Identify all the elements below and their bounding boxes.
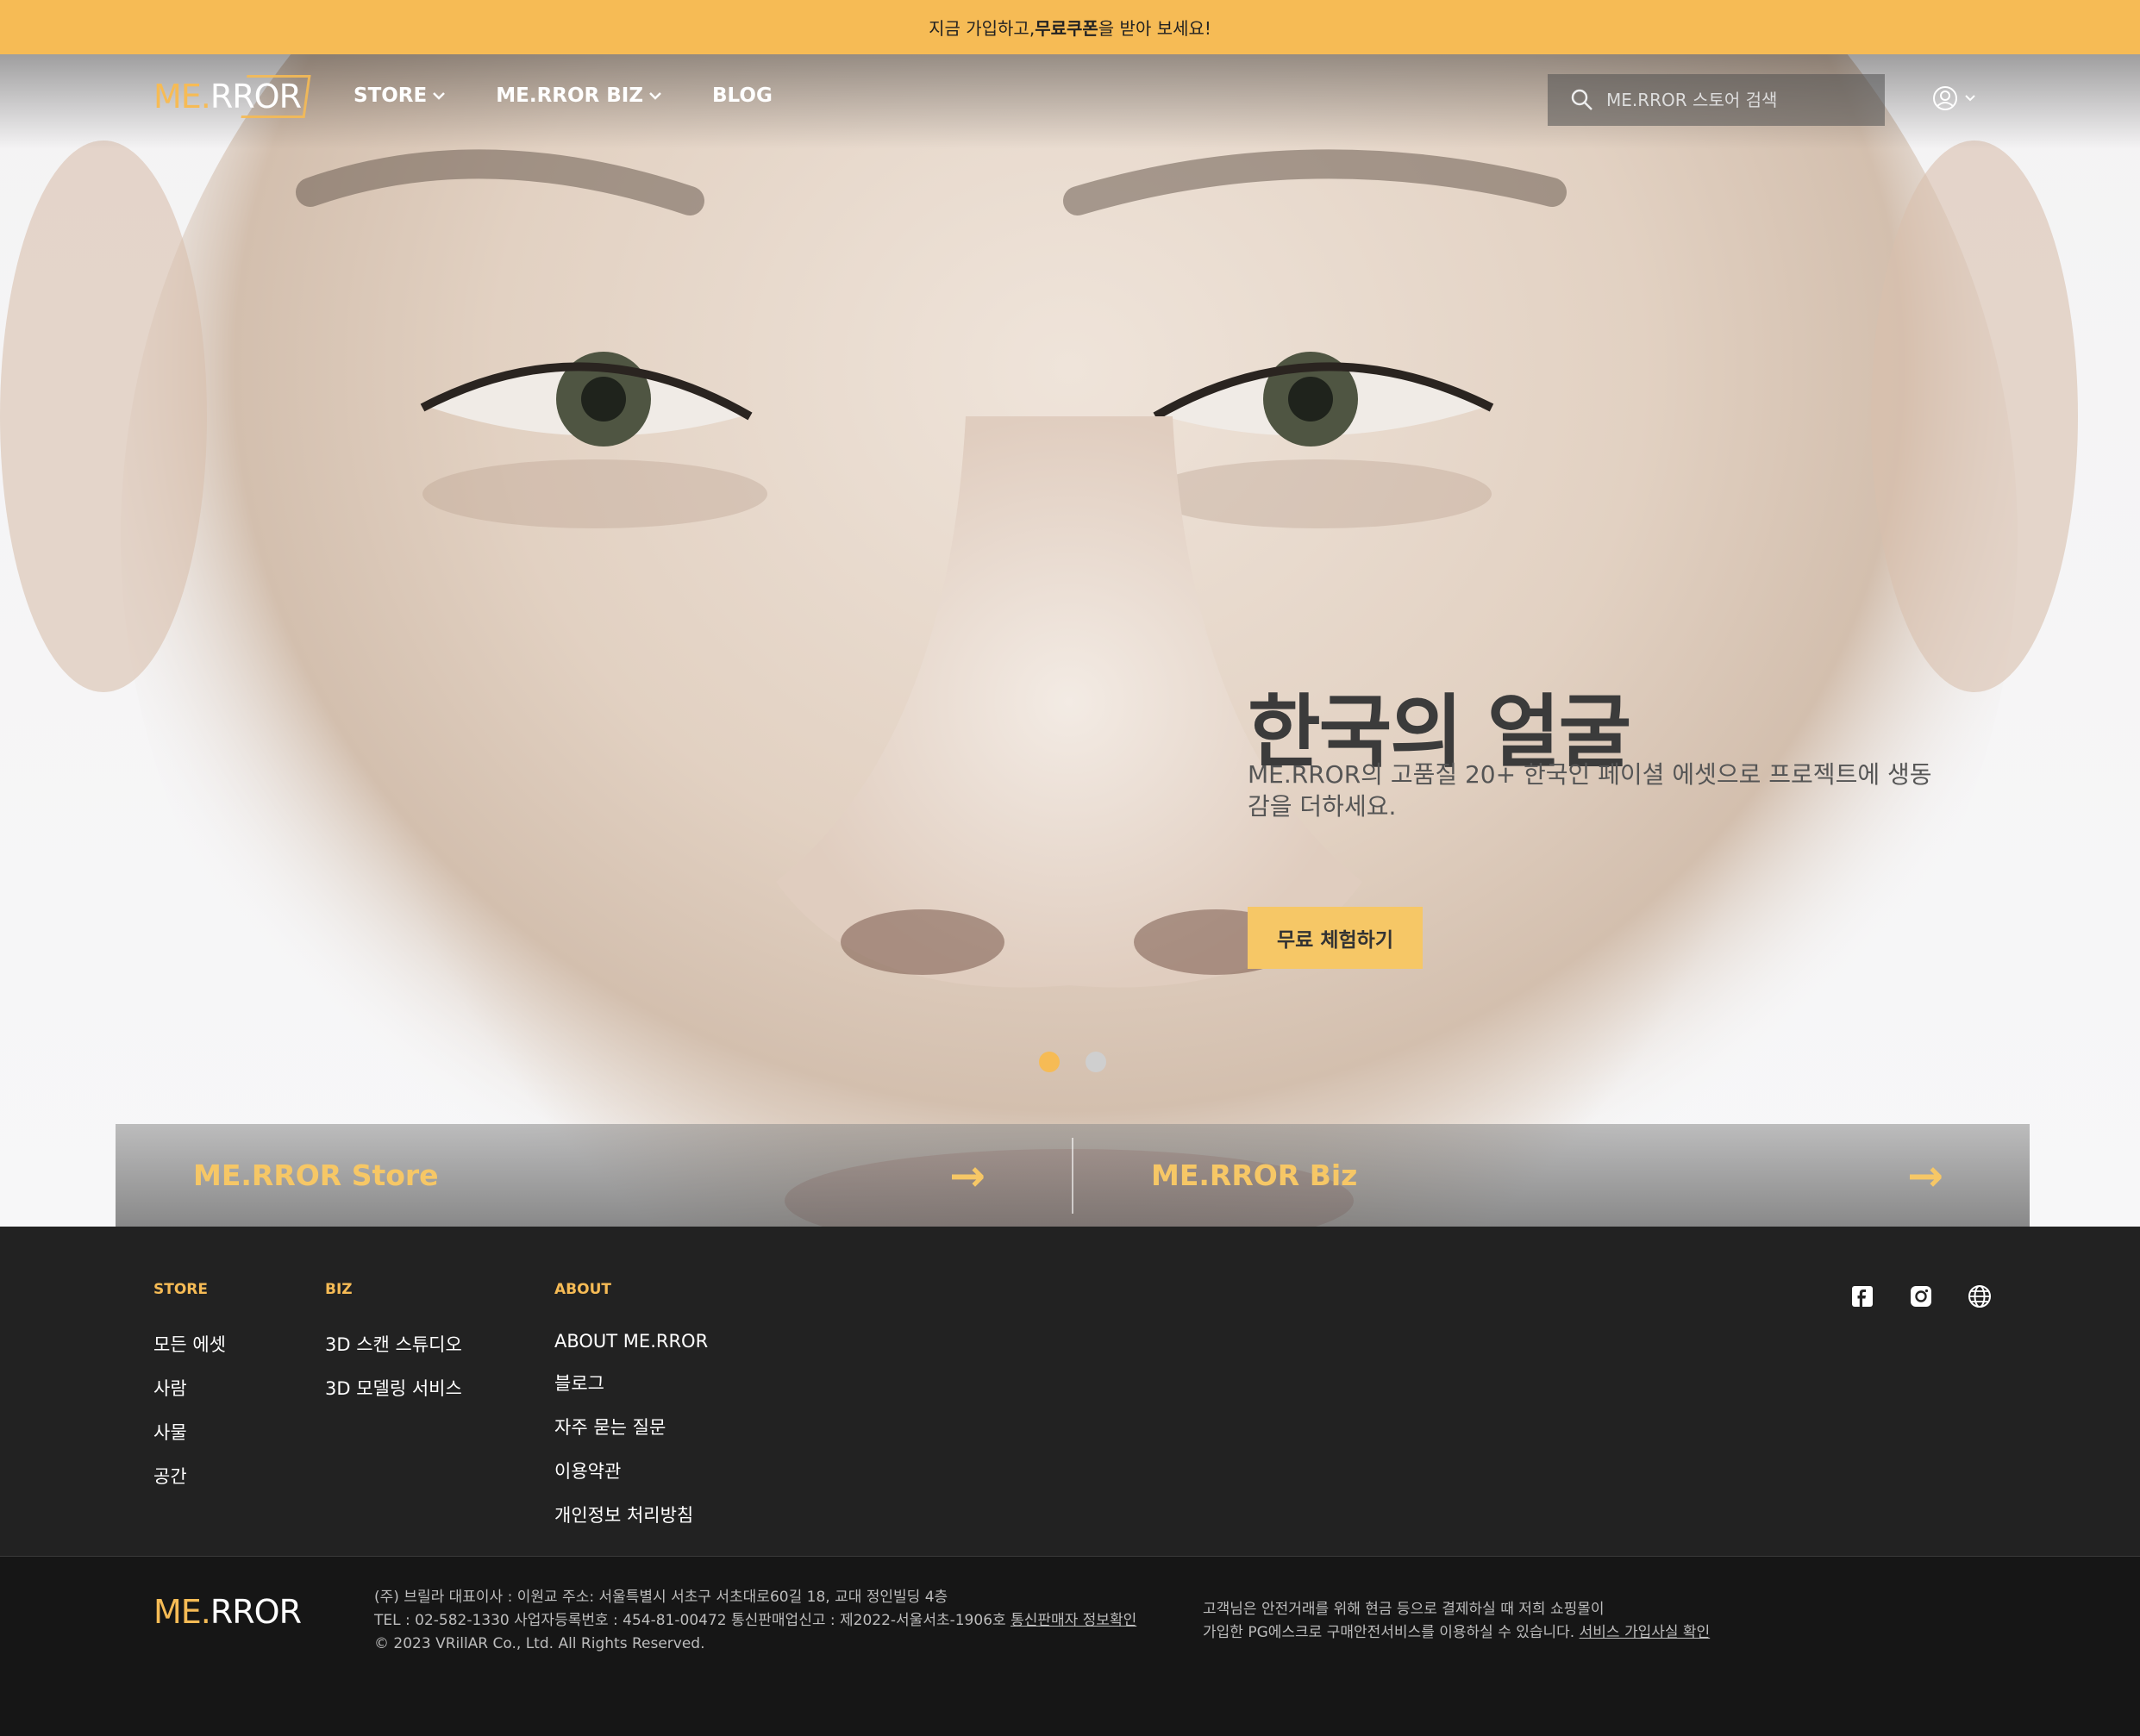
user-menu[interactable] <box>1931 84 1976 112</box>
hero-face-image <box>0 54 2078 1227</box>
promo-coupon-highlight: 무료쿠폰 <box>1035 18 1098 39</box>
free-trial-button[interactable]: 무료 체험하기 <box>1248 907 1423 969</box>
footer-link[interactable]: 공간 <box>153 1463 226 1489</box>
nav-item-label: ME.RROR BIZ <box>496 84 644 107</box>
brand-logo[interactable]: ME. RROR <box>153 72 311 122</box>
footer-link[interactable]: 3D 스캔 스튜디오 <box>325 1331 462 1357</box>
nav-item-biz[interactable]: ME.RROR BIZ <box>496 84 662 107</box>
company-info-bar: ME.RROR (주) 브릴라 대표이사 : 이원교 주소: 서울특별시 서초구… <box>0 1556 2140 1736</box>
facebook-icon[interactable] <box>1849 1283 1875 1309</box>
footer-link[interactable]: 개인정보 처리방침 <box>554 1502 708 1527</box>
footer-link[interactable]: 3D 모델링 서비스 <box>325 1375 462 1401</box>
copyright: © 2023 VRillAR Co., Ltd. All Rights Rese… <box>374 1635 705 1652</box>
promo-suffix: 을 받아 보세요! <box>1098 18 1211 39</box>
logo-frame-mark <box>241 75 311 118</box>
nav-item-store[interactable]: STORE <box>354 84 446 107</box>
promo-banner[interactable]: 지금 가입하고, 무료쿠폰 을 받아 보세요! <box>0 0 2140 54</box>
hero-banner <box>0 54 2140 1227</box>
main-nav: STORE ME.RROR BIZ BLOG <box>354 84 823 107</box>
search-icon <box>1571 89 1592 110</box>
arrow-right-icon: → <box>1907 1150 1943 1201</box>
footer-link[interactable]: 사람 <box>153 1375 226 1401</box>
user-account-icon <box>1933 86 1957 110</box>
footer-link[interactable]: 모든 에셋 <box>153 1331 226 1357</box>
carousel-dot-1[interactable] <box>1039 1052 1060 1072</box>
seller-info-link[interactable]: 통신판매자 정보확인 <box>1011 1612 1136 1629</box>
store-link-card[interactable]: ME.RROR Store → <box>116 1124 1072 1227</box>
carousel-dot-2[interactable] <box>1086 1052 1106 1072</box>
store-link-label: ME.RROR Store <box>193 1158 439 1192</box>
escrow-notice: 고객님은 안전거래를 위해 현금 등으로 결제하실 때 저희 쇼핑몰이 가입한 … <box>1203 1598 1710 1645</box>
company-line-2-text: TEL : 02-582-1330 사업자등록번호 : 454-81-00472… <box>374 1612 1011 1629</box>
logo-me: ME. <box>153 78 211 116</box>
footer-col-about: ABOUT ABOUT ME.RROR 블로그 자주 묻는 질문 이용약관 개인… <box>554 1281 708 1546</box>
footer-heading: BIZ <box>325 1281 353 1298</box>
search-box[interactable] <box>1548 74 1885 126</box>
footer-link[interactable]: ABOUT ME.RROR <box>554 1331 708 1352</box>
arrow-right-icon: → <box>949 1150 986 1201</box>
escrow-line-2-text: 가입한 PG에스크로 구매안전서비스를 이용하실 수 있습니다. <box>1203 1624 1580 1641</box>
hero-subtitle: ME.RROR의 고품질 20+ 한국인 페이셜 에셋으로 프로젝트에 생동감을… <box>1248 760 1932 821</box>
footer-link[interactable]: 블로그 <box>554 1370 708 1396</box>
chevron-down-icon <box>1965 95 1975 102</box>
footer-link[interactable]: 사물 <box>153 1419 226 1445</box>
footer-link[interactable]: 자주 묻는 질문 <box>554 1414 708 1439</box>
escrow-line-1: 고객님은 안전거래를 위해 현금 등으로 결제하실 때 저희 쇼핑몰이 <box>1203 1601 1605 1618</box>
section-link-bar: ME.RROR Store → ME.RROR Biz → <box>116 1124 2030 1227</box>
company-line-2: TEL : 02-582-1330 사업자등록번호 : 454-81-00472… <box>374 1609 1136 1633</box>
social-links <box>1849 1283 1993 1309</box>
logo-me: ME. <box>153 1593 211 1631</box>
escrow-verify-link[interactable]: 서비스 가입사실 확인 <box>1580 1624 1711 1641</box>
logo-rror: RROR <box>210 1593 302 1631</box>
promo-prefix: 지금 가입하고, <box>929 18 1036 39</box>
site-footer: STORE 모든 에셋 사람 사물 공간 BIZ 3D 스캔 스튜디오 3D 모… <box>0 1227 2140 1556</box>
chevron-down-icon <box>433 92 446 100</box>
nav-item-label: BLOG <box>712 84 773 107</box>
nav-item-blog[interactable]: BLOG <box>712 84 773 107</box>
nav-item-label: STORE <box>354 84 428 107</box>
footer-link[interactable]: 이용약관 <box>554 1458 708 1483</box>
footer-col-store: STORE 모든 에셋 사람 사물 공간 <box>153 1281 226 1507</box>
instagram-icon[interactable] <box>1908 1283 1934 1309</box>
footer-col-biz: BIZ 3D 스캔 스튜디오 3D 모델링 서비스 <box>325 1281 462 1419</box>
escrow-line-2: 가입한 PG에스크로 구매안전서비스를 이용하실 수 있습니다. 서비스 가입사… <box>1203 1621 1710 1645</box>
footer-heading: ABOUT <box>554 1281 611 1298</box>
globe-icon[interactable] <box>1967 1283 1993 1309</box>
company-line-1: (주) 브릴라 대표이사 : 이원교 주소: 서울특별시 서초구 서초대로60길… <box>374 1589 948 1606</box>
footer-heading: STORE <box>153 1281 208 1298</box>
company-details: (주) 브릴라 대표이사 : 이원교 주소: 서울특별시 서초구 서초대로60길… <box>374 1586 1136 1656</box>
biz-link-label: ME.RROR Biz <box>1151 1158 1358 1192</box>
chevron-down-icon <box>649 92 661 100</box>
search-input[interactable] <box>1606 90 1865 110</box>
biz-link-card[interactable]: ME.RROR Biz → <box>1073 1124 2030 1227</box>
footer-logo[interactable]: ME.RROR <box>153 1593 302 1631</box>
